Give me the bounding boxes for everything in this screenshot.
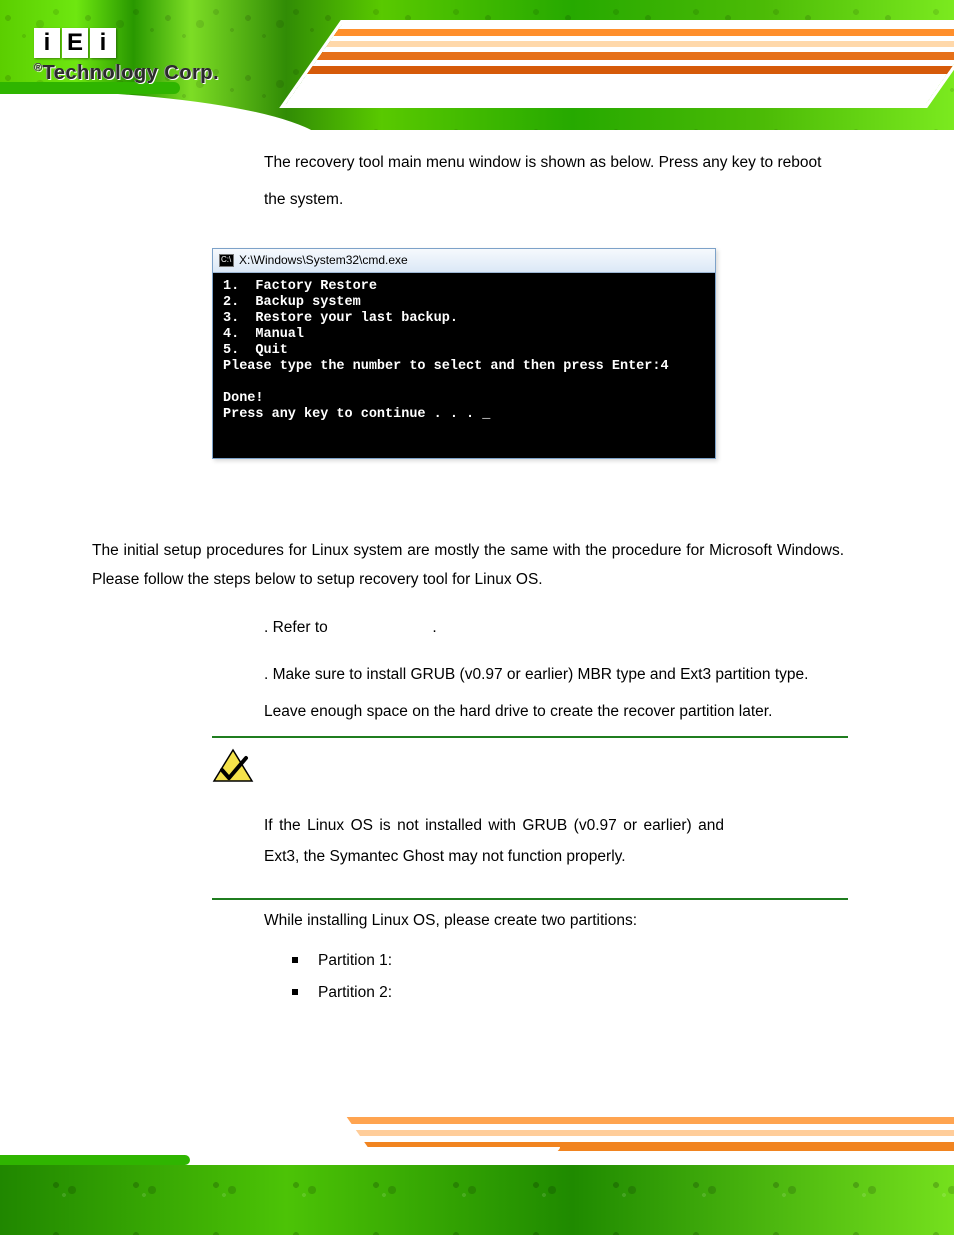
- logo-text: ®Technology Corp.: [34, 62, 219, 85]
- logo-letter-E: E: [62, 28, 88, 58]
- logo-letter-i2: i: [90, 28, 116, 58]
- note-top-rule: [212, 736, 848, 738]
- step-2: . Make sure to install GRUB (v0.97 or ea…: [264, 656, 844, 730]
- logo-letter-i1: i: [34, 28, 60, 58]
- logo-block: i E i ®Technology Corp.: [34, 28, 219, 85]
- cmd-title-bar: X:\Windows\System32\cmd.exe: [213, 249, 715, 273]
- intro-paragraph: The recovery tool main menu window is sh…: [264, 144, 844, 218]
- cmd-icon: [219, 254, 234, 267]
- footer-green-curve: [0, 1155, 190, 1165]
- step-1: . Refer to .: [264, 609, 844, 646]
- note-text: If the Linux OS is not installed with GR…: [264, 810, 724, 872]
- step-1-end: .: [432, 619, 436, 636]
- note-icon: [212, 748, 254, 784]
- header-diagonal-stripes: [286, 24, 954, 104]
- logo-iei-mark: i E i: [34, 28, 219, 58]
- section-paragraph: The initial setup procedures for Linux s…: [92, 537, 844, 594]
- cmd-body: 1. Factory Restore 2. Backup system 3. R…: [213, 273, 715, 458]
- footer-band: [0, 1095, 954, 1235]
- note-bottom-rule: [212, 898, 848, 900]
- cmd-title-text: X:\Windows\System32\cmd.exe: [239, 252, 408, 269]
- partition-bullets: Partition 1: Partition 2:: [292, 950, 844, 1003]
- bullet-partition-1: Partition 1:: [292, 950, 844, 972]
- header-white-swoosh: [0, 90, 330, 130]
- registered-mark: ®: [34, 62, 43, 74]
- footer-green-bar: [0, 1165, 954, 1235]
- step-1-mid: . Refer to: [264, 619, 328, 636]
- logo-company-name: Technology Corp.: [43, 62, 220, 84]
- subtext: While installing Linux OS, please create…: [264, 910, 844, 932]
- page-content: The recovery tool main menu window is sh…: [0, 130, 954, 1095]
- header-band: i E i ®Technology Corp.: [0, 0, 954, 130]
- bullet-partition-2: Partition 2:: [292, 982, 844, 1004]
- cmd-window: X:\Windows\System32\cmd.exe 1. Factory R…: [212, 248, 716, 459]
